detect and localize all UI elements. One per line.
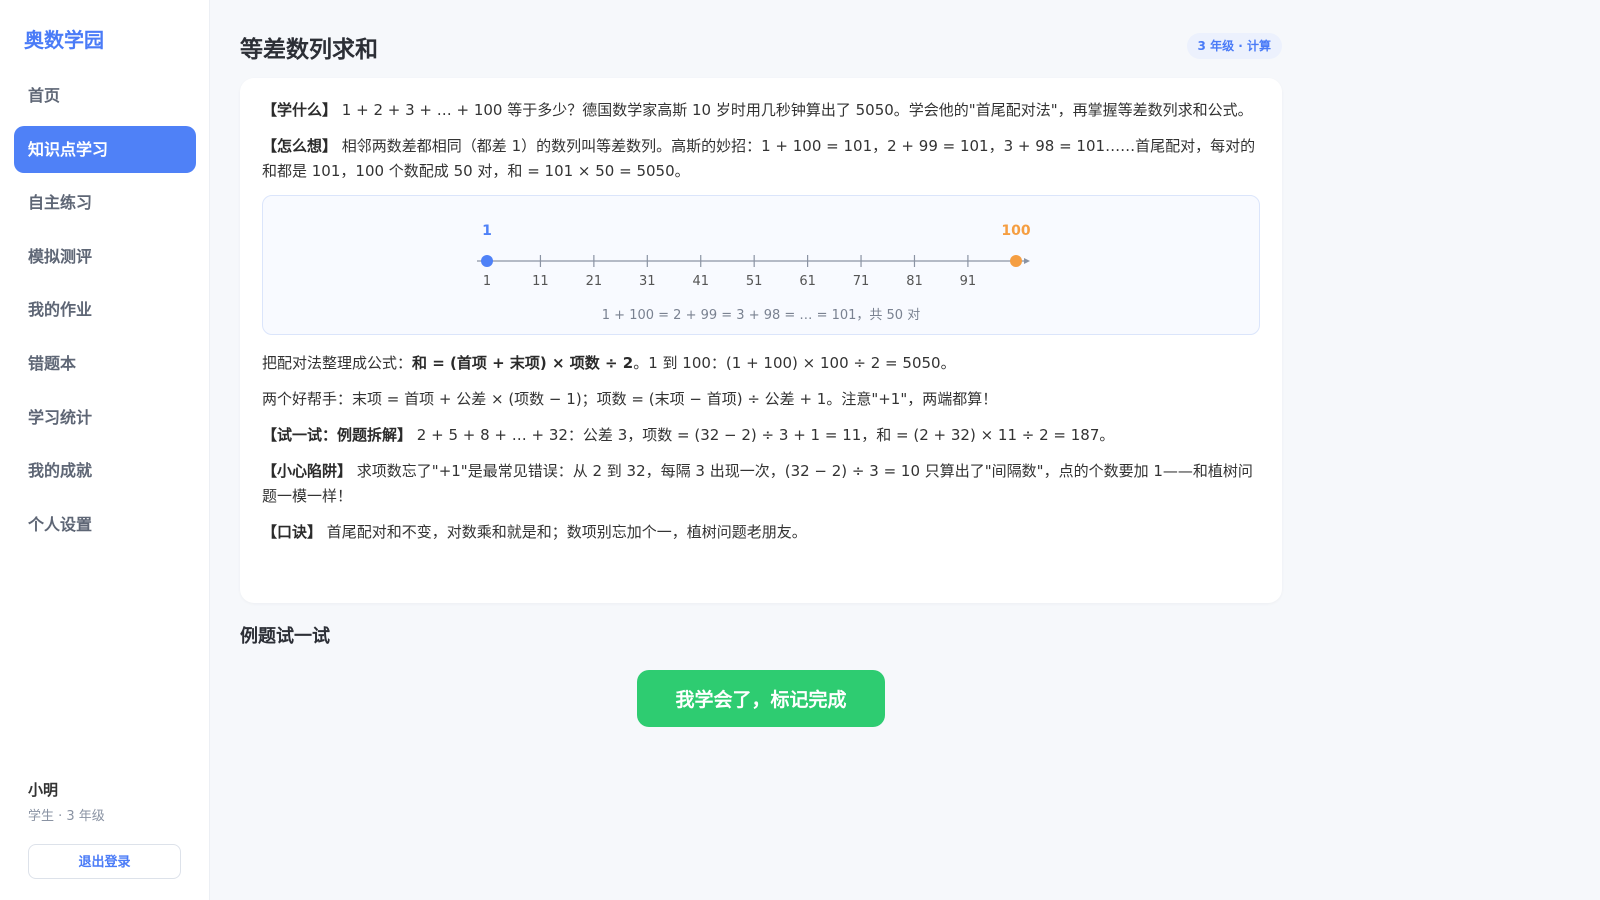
number-line-figure: 1 11 21 31 41 51 61 71 81 91 1 100 1 + 100 = 2 + 99… bbox=[262, 195, 1260, 335]
sidebar-item-practice[interactable]: 自主练习 bbox=[14, 179, 196, 226]
sidebar-item-settings[interactable]: 个人设置 bbox=[14, 501, 196, 548]
number-line-caption: 1 + 100 = 2 + 99 = 3 + 98 = … = 101，共 50… bbox=[601, 308, 921, 323]
number-line-tick-label: 51 bbox=[746, 274, 763, 289]
formula-suffix: 。1 到 100：(1 + 100) × 100 ÷ 2 = 5050。 bbox=[633, 354, 956, 372]
how-text: 相邻两数差都相同（都差 1）的数列叫等差数列。高斯的妙招：1 + 100 = 1… bbox=[262, 137, 1256, 180]
try-paragraph: 【试一试：例题拆解】 2 + 5 + 8 + … + 32：公差 3，项数 = … bbox=[262, 423, 1260, 448]
how-paragraph: 【怎么想】 相邻两数差都相同（都差 1）的数列叫等差数列。高斯的妙招：1 + 1… bbox=[262, 134, 1260, 184]
user-name: 小明 bbox=[28, 781, 59, 799]
rhyme-tag: 【口诀】 bbox=[262, 523, 323, 541]
sidebar-item-achievements[interactable]: 我的成就 bbox=[14, 447, 196, 494]
number-line-start-point bbox=[481, 255, 493, 267]
sidebar: 奥数学园 首页 知识点学习 自主练习 模拟测评 我的作业 错题本 学习统计 我的… bbox=[0, 0, 210, 900]
number-line-tick-label: 41 bbox=[692, 274, 709, 289]
logout-button[interactable]: 退出登录 bbox=[28, 844, 181, 879]
trap-text: 求项数忘了"+1"是最常见错误：从 2 到 32，每隔 3 出现一次，(32 −… bbox=[262, 462, 1253, 505]
trap-paragraph: 【小心陷阱】 求项数忘了"+1"是最常见错误：从 2 到 32，每隔 3 出现一… bbox=[262, 459, 1260, 509]
sidebar-item-knowledge[interactable]: 知识点学习 bbox=[14, 125, 196, 173]
example-section-title: 例题试一试 bbox=[240, 626, 330, 647]
grade-badge: 3 年级 · 计算 bbox=[1186, 33, 1282, 59]
user-role: 学生 · 3 年级 bbox=[28, 809, 105, 824]
sidebar-item-mock-test[interactable]: 模拟测评 bbox=[14, 233, 196, 280]
sidebar-item-homework[interactable]: 我的作业 bbox=[14, 286, 196, 333]
rhyme-paragraph: 【口诀】 首尾配对和不变，对数乘和就是和；数项别忘加个一，植树问题老朋友。 bbox=[262, 520, 1260, 545]
page-title: 等差数列求和 bbox=[240, 37, 378, 63]
sidebar-nav: 首页 知识点学习 自主练习 模拟测评 我的作业 错题本 学习统计 我的成就 个人… bbox=[14, 72, 196, 554]
rhyme-text: 首尾配对和不变，对数乘和就是和；数项别忘加个一，植树问题老朋友。 bbox=[326, 523, 807, 541]
brand-logo[interactable]: 奥数学园 bbox=[24, 24, 104, 53]
sidebar-item-mistakes[interactable]: 错题本 bbox=[14, 340, 196, 387]
try-tag: 【试一试：例题拆解】 bbox=[262, 426, 413, 444]
number-line-tick-label: 91 bbox=[960, 274, 977, 289]
formula-paragraph: 把配对法整理成公式：和 = (首项 + 末项) × 项数 ÷ 2。1 到 100… bbox=[262, 351, 1260, 376]
sidebar-item-home[interactable]: 首页 bbox=[14, 72, 196, 119]
number-line-tick-label: 11 bbox=[532, 274, 549, 289]
lesson-card: 【学什么】 1 + 2 + 3 + … + 100 等于多少？德国数学家高斯 1… bbox=[240, 78, 1282, 603]
number-line-tick-label: 71 bbox=[853, 274, 870, 289]
formula-bold: 和 = (首项 + 末项) × 项数 ÷ 2 bbox=[412, 354, 634, 372]
try-text: 2 + 5 + 8 + … + 32：公差 3，项数 = (32 − 2) ÷ … bbox=[416, 426, 1115, 444]
sidebar-item-stats[interactable]: 学习统计 bbox=[14, 394, 196, 441]
what-paragraph: 【学什么】 1 + 2 + 3 + … + 100 等于多少？德国数学家高斯 1… bbox=[262, 98, 1260, 123]
number-line-tick-label: 21 bbox=[586, 274, 603, 289]
number-line-tick-label: 31 bbox=[639, 274, 656, 289]
mark-complete-button[interactable]: 我学会了，标记完成 bbox=[637, 670, 885, 727]
number-line-tick-label: 61 bbox=[799, 274, 816, 289]
what-text: 1 + 2 + 3 + … + 100 等于多少？德国数学家高斯 10 岁时用几… bbox=[341, 101, 1253, 119]
number-line-start-label: 1 bbox=[482, 223, 492, 239]
number-line-tick-label: 1 bbox=[483, 274, 491, 289]
formula-prefix: 把配对法整理成公式： bbox=[262, 354, 413, 372]
helpers-paragraph: 两个好帮手：末项 = 首项 + 公差 × (项数 − 1)；项数 = (末项 −… bbox=[262, 390, 998, 408]
number-line-end-label: 100 bbox=[1001, 223, 1030, 239]
trap-tag: 【小心陷阱】 bbox=[262, 462, 353, 480]
number-line-tick-label: 81 bbox=[906, 274, 923, 289]
number-line-arrow bbox=[1024, 258, 1030, 264]
how-tag: 【怎么想】 bbox=[262, 137, 338, 155]
number-line-end-point bbox=[1010, 255, 1022, 267]
what-tag: 【学什么】 bbox=[262, 101, 338, 119]
